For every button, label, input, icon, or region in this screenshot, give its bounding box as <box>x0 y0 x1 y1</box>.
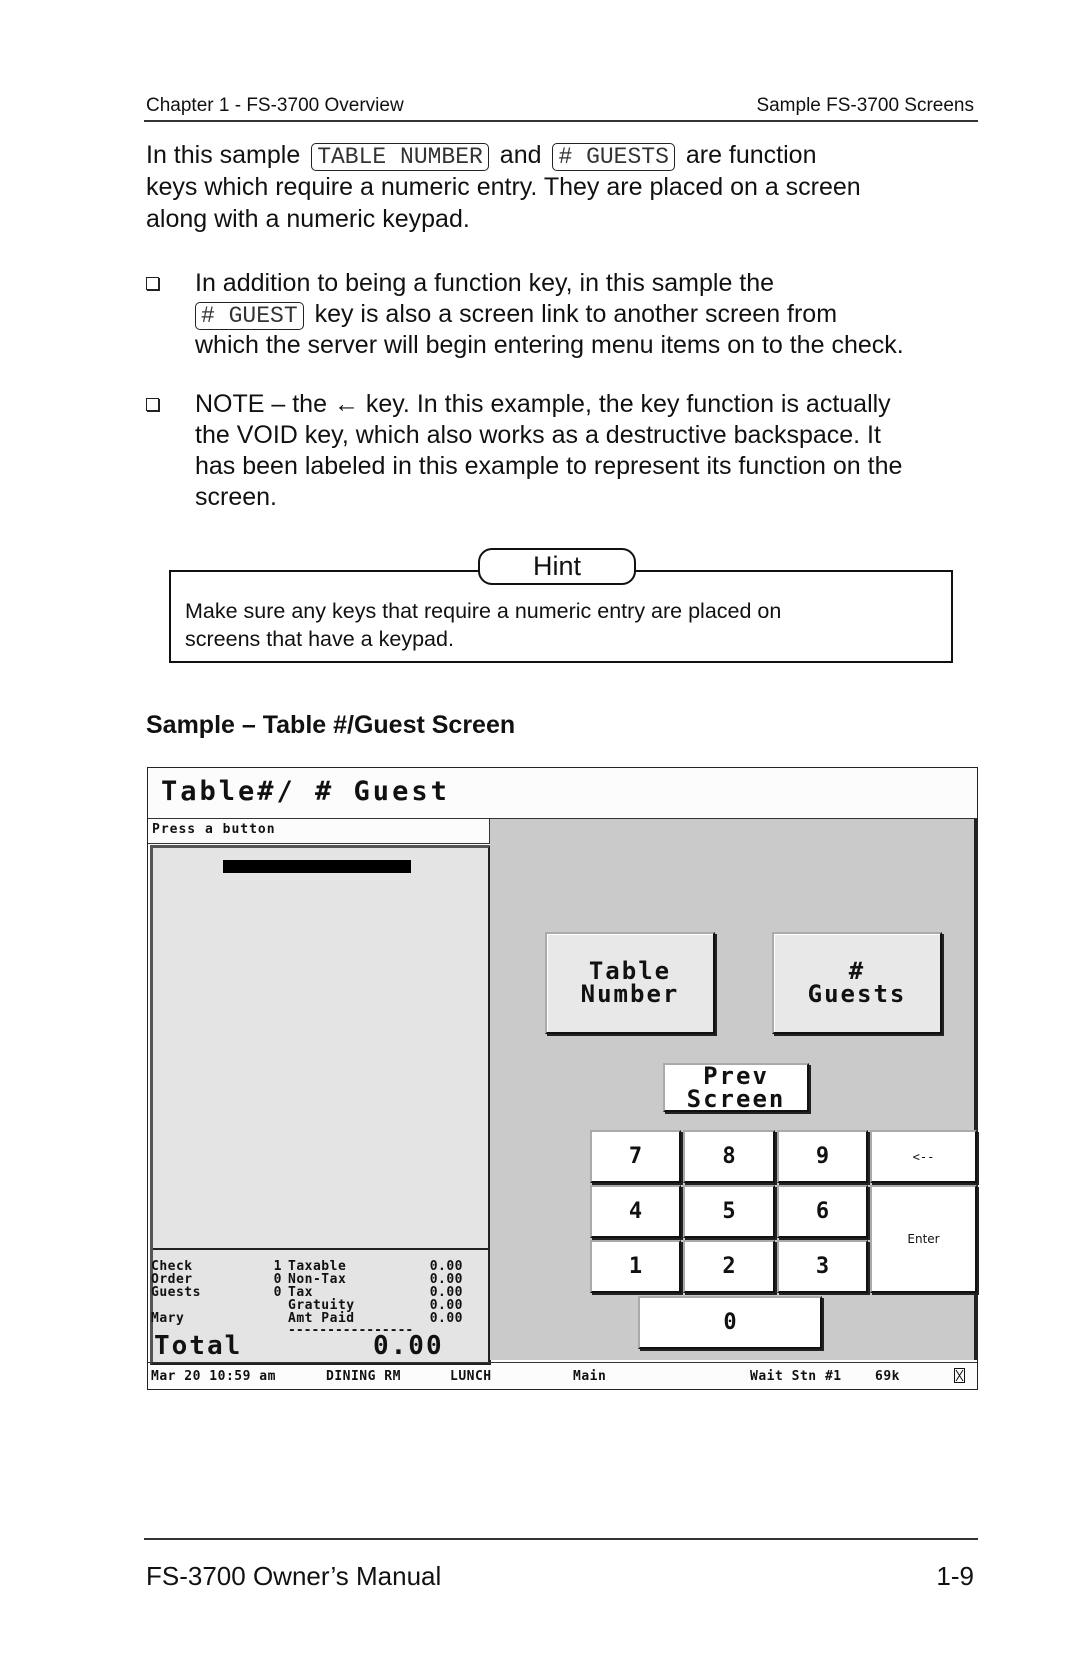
server-name: Mary <box>151 1311 185 1326</box>
key-5[interactable]: 5 <box>683 1185 775 1238</box>
hint-line: screens that have a keypad. <box>185 627 454 651</box>
chapter-header: Chapter 1 - FS-3700 Overview <box>146 95 404 116</box>
bullet-line: NOTE – the ← key. In this example, the k… <box>195 390 891 418</box>
status-datetime: Mar 20 10:59 am <box>151 1369 276 1384</box>
totals-labels: Taxable Non-Tax Tax Gratuity Amt Paid <box>288 1260 355 1325</box>
key-7[interactable]: 7 <box>590 1130 681 1183</box>
key-label: 1 <box>628 1254 643 1279</box>
footer-title: FS-3700 Owner’s Manual <box>146 1561 442 1591</box>
intro-line-1: In this sample TABLE NUMBER and # GUESTS… <box>146 139 976 171</box>
bullet-item: NOTE – the ← key. In this example, the k… <box>195 389 975 513</box>
guests-button[interactable]: # Guests <box>772 932 942 1034</box>
key-label: 2 <box>722 1254 736 1279</box>
pos-screen: Table#/ # Guest Press a button Check Ord… <box>147 767 978 1390</box>
table-number-label: Table Number <box>580 957 680 1008</box>
bullet-line: has been labeled in this example to repr… <box>195 452 903 480</box>
enter-label: Enter <box>907 1232 940 1246</box>
key-4[interactable]: 4 <box>590 1185 681 1238</box>
intro-line-2: keys which require a numeric entry. They… <box>146 173 861 201</box>
guests-label: # Guests <box>807 957 907 1008</box>
enter-key[interactable]: Enter <box>870 1185 977 1293</box>
backspace-key[interactable]: <-- <box>870 1130 977 1183</box>
key-6[interactable]: 6 <box>777 1185 868 1238</box>
bullet-line: screen. <box>195 483 277 511</box>
status-screen: Main <box>573 1369 607 1384</box>
key-label: 8 <box>722 1144 736 1169</box>
bullet-line: # GUEST key is also a screen link to ano… <box>195 299 975 330</box>
key-3[interactable]: 3 <box>777 1240 868 1293</box>
summary-counts: 1 0 0 <box>268 1260 282 1299</box>
key-2[interactable]: 2 <box>683 1240 775 1293</box>
entry-field[interactable] <box>223 860 411 873</box>
key-9[interactable]: 9 <box>777 1130 868 1183</box>
key-0[interactable]: 0 <box>638 1296 822 1349</box>
key-1[interactable]: 1 <box>590 1240 681 1293</box>
bullet-item: In addition to being a function key, in … <box>195 268 975 361</box>
bullet-icon <box>146 398 159 414</box>
screen-title: Table#/ # Guest <box>161 776 450 807</box>
key-label: 5 <box>722 1199 736 1224</box>
status-station: Wait Stn #1 <box>750 1369 842 1384</box>
check-panel: Check Order Guests Mary 1 0 0 Taxable No… <box>150 845 491 1365</box>
key-8[interactable]: 8 <box>683 1130 775 1183</box>
bullet-line: the VOID key, which also works as a dest… <box>195 421 881 449</box>
prompt-text: Press a button <box>152 822 276 837</box>
guests-count: 0 <box>273 1285 282 1300</box>
amt-paid-value: 0.00 <box>429 1311 463 1326</box>
key-label: 4 <box>628 1199 643 1224</box>
key-label: 7 <box>628 1144 643 1169</box>
summary-divider <box>153 1248 488 1250</box>
prev-screen-button[interactable]: Prev Screen <box>663 1063 809 1112</box>
bullet-line: which the server will begin entering men… <box>195 331 904 359</box>
header-rule <box>144 120 978 122</box>
intro-paragraph: In this sample TABLE NUMBER and # GUESTS… <box>146 139 976 235</box>
total-label: Total <box>154 1331 243 1361</box>
key-table-number: TABLE NUMBER <box>311 143 489 171</box>
hint-line: Make sure any keys that require a numeri… <box>185 599 782 623</box>
key-label: 0 <box>723 1310 737 1335</box>
hint-title: Hint <box>478 548 636 585</box>
key-guest: # GUEST <box>195 302 304 330</box>
button-area: Table Number # Guests Prev Screen 7 8 9 … <box>490 819 977 1360</box>
bullet-line: In addition to being a function key, in … <box>195 269 775 297</box>
bullet-icon <box>146 277 159 293</box>
intro-text: and <box>499 141 542 169</box>
status-memory: 69k <box>875 1369 900 1384</box>
hourglass-box-icon <box>954 1368 965 1383</box>
key-label: 6 <box>815 1199 830 1224</box>
intro-line-3: along with a numeric keypad. <box>146 205 470 233</box>
status-area: DINING RM <box>326 1369 401 1384</box>
bullet-text: key is also a screen link to another scr… <box>314 300 838 328</box>
summary-labels: Check Order Guests Mary <box>151 1260 201 1325</box>
page-number: 1-9 <box>936 1561 974 1591</box>
intro-text: In this sample <box>146 141 301 169</box>
section-header: Sample FS-3700 Screens <box>756 95 974 116</box>
footer-rule <box>144 1538 978 1540</box>
total-value: 0.00 <box>373 1331 444 1361</box>
key-label: 9 <box>815 1144 830 1169</box>
section-title: Sample – Table #/Guest Screen <box>146 711 516 739</box>
prev-screen-label: Prev Screen <box>686 1061 786 1113</box>
prompt-bar: Press a button <box>148 819 490 844</box>
status-bar: Mar 20 10:59 am DINING RM LUNCH Main Wai… <box>148 1362 977 1390</box>
key-guests: # GUESTS <box>552 143 675 171</box>
totals-values: 0.00 0.00 0.00 0.00 0.00 <box>415 1260 463 1325</box>
table-number-button[interactable]: Table Number <box>545 932 715 1034</box>
screen-title-bar: Table#/ # Guest <box>148 768 977 819</box>
status-period: LUNCH <box>450 1369 492 1384</box>
key-label: 3 <box>815 1254 830 1279</box>
summary-label-guests: Guests <box>151 1285 201 1300</box>
hint-text: Make sure any keys that require a numeri… <box>185 597 935 653</box>
intro-text: are function <box>685 141 817 169</box>
backspace-icon: <-- <box>912 1149 935 1164</box>
